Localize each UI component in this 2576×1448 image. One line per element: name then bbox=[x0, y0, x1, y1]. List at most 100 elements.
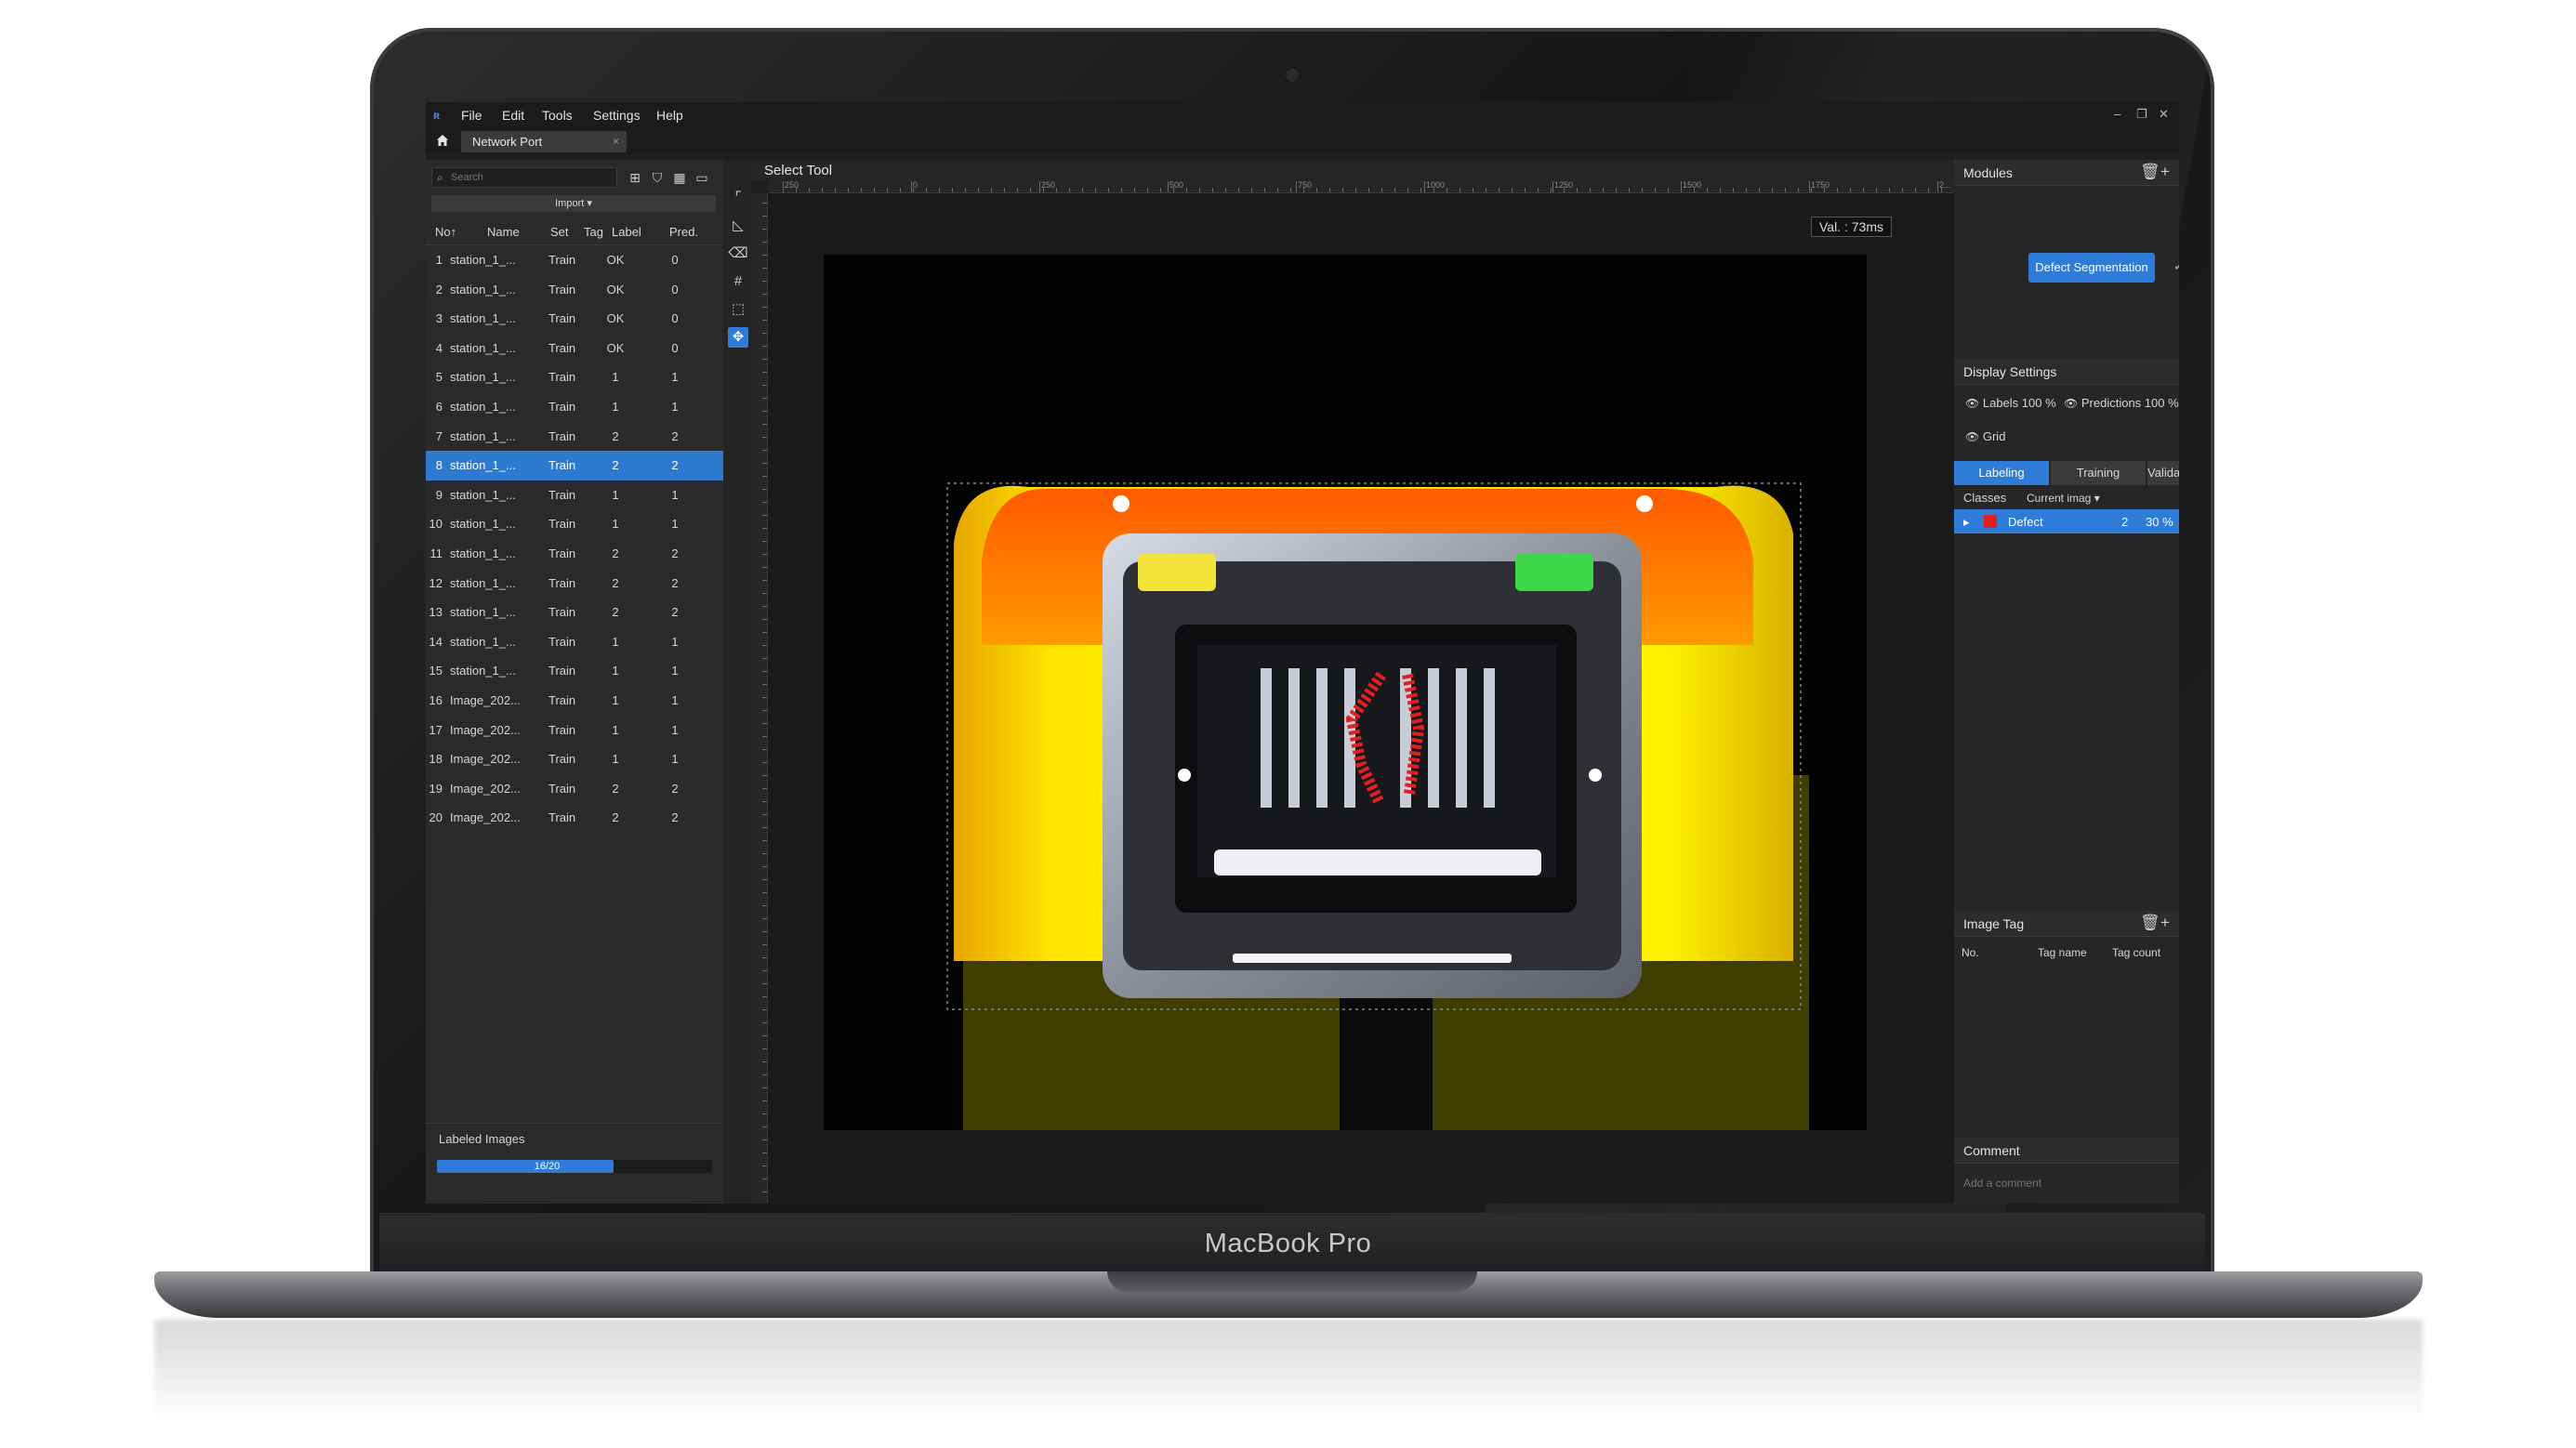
row-name: station_1_... bbox=[450, 546, 516, 560]
move-tool-icon[interactable]: ✥ bbox=[728, 327, 748, 348]
column-pred[interactable]: Pred. bbox=[669, 225, 698, 239]
table-row[interactable]: 11 station_1_... Train 2 2 bbox=[426, 539, 723, 569]
tab-close-icon[interactable]: × bbox=[613, 135, 619, 148]
ruler-minor-tick bbox=[1290, 188, 1291, 192]
ruler-tick bbox=[1039, 181, 1040, 192]
table-row[interactable]: 13 station_1_... Train 2 2 bbox=[426, 598, 723, 627]
grid-visibility[interactable]: 👁 Grid bbox=[1965, 429, 2005, 443]
table-row[interactable]: 14 station_1_... Train 1 1 bbox=[426, 627, 723, 657]
row-name: station_1_... bbox=[450, 517, 516, 532]
table-row[interactable]: 2 station_1_... Train OK 0 bbox=[426, 275, 723, 305]
ruler-minor-tick bbox=[762, 827, 767, 828]
comment-input[interactable] bbox=[1963, 1173, 2168, 1193]
table-row[interactable]: 8 station_1_... Train 2 2 bbox=[426, 451, 723, 480]
menu-settings[interactable]: Settings bbox=[593, 108, 641, 123]
ruler-minor-tick bbox=[1694, 188, 1695, 192]
menu-help[interactable]: Help bbox=[656, 108, 683, 123]
grid-label: Grid bbox=[1982, 429, 2006, 443]
column-label[interactable]: Label bbox=[612, 225, 641, 239]
tab-validation[interactable]: Validation bbox=[2147, 461, 2179, 485]
module-node-defect-segmentation[interactable]: Defect Segmentation bbox=[2028, 253, 2155, 283]
table-row[interactable]: 7 station_1_... Train 2 2 bbox=[426, 422, 723, 452]
table-row[interactable]: 15 station_1_... Train 1 1 bbox=[426, 656, 723, 686]
crop-icon[interactable]: # bbox=[728, 271, 748, 292]
row-label: 2 bbox=[612, 458, 619, 473]
tab-training[interactable]: Training bbox=[2051, 461, 2146, 485]
menu-file[interactable]: File bbox=[461, 108, 482, 123]
table-row[interactable]: 6 station_1_... Train 1 1 bbox=[426, 392, 723, 422]
polygon-tool-icon[interactable]: ⌜ bbox=[728, 188, 748, 208]
table-row[interactable]: 17 Image_202... Train 1 1 bbox=[426, 716, 723, 745]
close-window-button[interactable]: ✕ bbox=[2159, 107, 2169, 122]
row-no: 17 bbox=[429, 722, 443, 737]
check-icon: ✓ bbox=[2173, 258, 2179, 273]
title-bar: ʀ File Edit Tools Settings Help – ❐ ✕ bbox=[426, 102, 2179, 128]
shape-tool-icon[interactable]: ◺ bbox=[728, 216, 748, 236]
table-row[interactable]: 19 Image_202... Train 2 2 bbox=[426, 774, 723, 804]
import-button[interactable]: Import ▾ bbox=[431, 195, 716, 212]
table-row[interactable]: 12 station_1_... Train 2 2 bbox=[426, 569, 723, 599]
labels-opacity: 100 % bbox=[2021, 396, 2056, 410]
add-tag-icon[interactable]: + bbox=[2160, 914, 2170, 932]
tag-column-count: Tag count bbox=[2112, 946, 2161, 959]
column-set[interactable]: Set bbox=[550, 225, 569, 239]
ruler-minor-tick bbox=[762, 892, 767, 893]
ruler-tick bbox=[1937, 181, 1938, 192]
table-row[interactable]: 10 station_1_... Train 1 1 bbox=[426, 509, 723, 539]
column-tag[interactable]: Tag bbox=[584, 225, 603, 239]
add-image-icon[interactable]: ⊞ bbox=[627, 169, 643, 186]
column-no[interactable]: No↑ bbox=[435, 225, 456, 239]
restore-button[interactable]: ❐ bbox=[2136, 107, 2147, 122]
image-tag-title: Image Tag bbox=[1963, 916, 2025, 931]
row-label: 1 bbox=[612, 399, 619, 414]
ruler-tick bbox=[1809, 181, 1810, 192]
ruler-minor-tick bbox=[1811, 188, 1812, 192]
add-module-icon[interactable]: + bbox=[2160, 163, 2170, 181]
table-row[interactable]: 1 station_1_... Train OK 0 bbox=[426, 245, 723, 275]
class-color-swatch[interactable] bbox=[1984, 515, 1997, 528]
marquee-icon[interactable]: ⬚ bbox=[728, 299, 748, 320]
grid-view-icon[interactable]: ▦ bbox=[671, 169, 688, 186]
app-logo-icon: ʀ bbox=[433, 109, 441, 122]
laptop-brand-label: MacBook Pro bbox=[1204, 1229, 1372, 1258]
search-input[interactable] bbox=[451, 170, 614, 185]
table-row[interactable]: 5 station_1_... Train 1 1 bbox=[426, 362, 723, 392]
table-row[interactable]: 20 Image_202... Train 2 2 bbox=[426, 803, 723, 833]
table-row[interactable]: 3 station_1_... Train OK 0 bbox=[426, 304, 723, 334]
folder-icon[interactable]: ▭ bbox=[694, 169, 710, 186]
tab-labeling[interactable]: Labeling bbox=[1954, 461, 2049, 485]
network-port-image[interactable] bbox=[824, 255, 1867, 1130]
eraser-icon[interactable]: ⌫ bbox=[728, 244, 748, 264]
row-label: 1 bbox=[612, 752, 619, 767]
predictions-visibility[interactable]: 👁 Predictions 100 % bbox=[2064, 396, 2179, 410]
menu-edit[interactable]: Edit bbox=[502, 108, 524, 123]
table-row[interactable]: 18 Image_202... Train 1 1 bbox=[426, 744, 723, 774]
ruler-minor-tick bbox=[1551, 188, 1552, 192]
search-box[interactable]: ⌕ bbox=[431, 167, 617, 188]
class-row-defect[interactable]: ▸ Defect 2 30 % bbox=[1954, 509, 2179, 533]
table-row[interactable]: 16 Image_202... Train 1 1 bbox=[426, 686, 723, 716]
delete-module-icon[interactable]: 🗑 bbox=[2140, 163, 2160, 181]
eye-icon: 👁 bbox=[2064, 397, 2079, 410]
image-canvas[interactable]: Val. : 73ms bbox=[768, 193, 1954, 1204]
menu-tools[interactable]: Tools bbox=[542, 108, 573, 123]
ruler-minor-tick bbox=[1316, 188, 1317, 192]
labels-visibility[interactable]: 👁 Labels 100 % bbox=[1965, 396, 2056, 410]
classes-scope-select[interactable]: Current imag ▾ bbox=[2023, 489, 2125, 507]
ruler-minor-tick bbox=[1082, 188, 1083, 192]
home-icon[interactable] bbox=[435, 133, 450, 148]
row-pred: 2 bbox=[671, 575, 679, 590]
column-name[interactable]: Name bbox=[487, 225, 520, 239]
ruler-minor-tick bbox=[762, 541, 767, 542]
row-no: 6 bbox=[435, 399, 443, 414]
row-set: Train bbox=[548, 722, 576, 737]
tab-network-port[interactable]: Network Port × bbox=[461, 131, 627, 152]
image-table-body: 1 station_1_... Train OK 0 2 station_1_... Trai… bbox=[426, 245, 723, 833]
ruler-minor-tick bbox=[762, 710, 767, 711]
minimize-button[interactable]: – bbox=[2114, 107, 2120, 121]
expand-icon[interactable]: ▸ bbox=[1963, 515, 1970, 530]
table-row[interactable]: 9 station_1_... Train 1 1 bbox=[426, 480, 723, 510]
delete-tag-icon[interactable]: 🗑 bbox=[2140, 914, 2160, 932]
filter-icon[interactable]: ⛉ bbox=[649, 169, 666, 186]
table-row[interactable]: 4 station_1_... Train OK 0 bbox=[426, 334, 723, 363]
